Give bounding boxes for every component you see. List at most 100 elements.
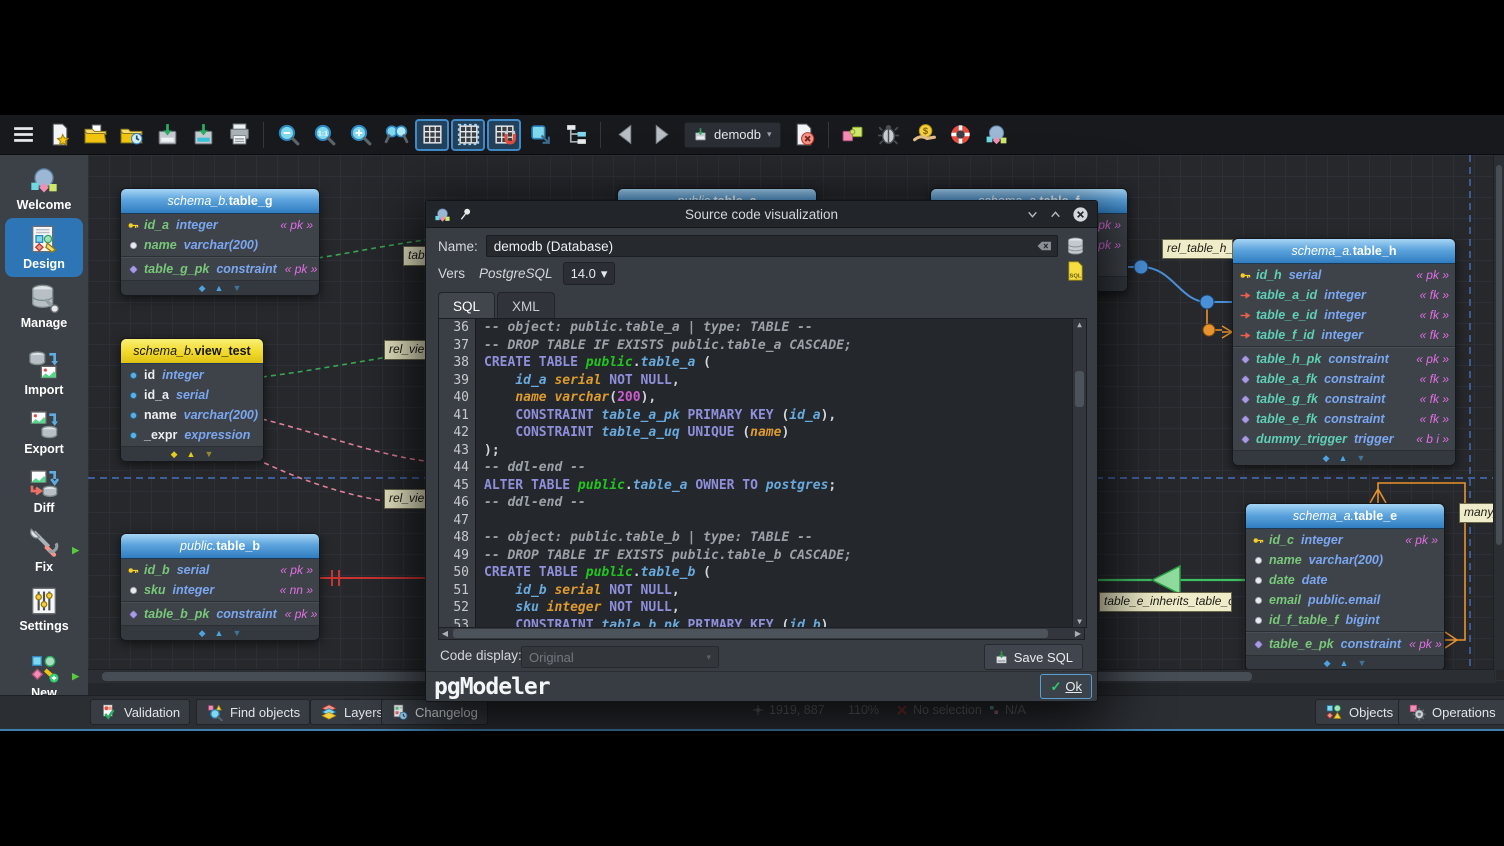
- entity-row[interactable]: _exprexpression: [121, 425, 263, 445]
- support-button[interactable]: [944, 119, 978, 151]
- entity-row[interactable]: table_e_idinteger« fk »: [1233, 305, 1455, 325]
- column-blue-icon: [127, 389, 140, 402]
- relationship-label[interactable]: rel_table_h_: [1162, 239, 1233, 259]
- sidebar-item-export[interactable]: Export: [5, 403, 83, 462]
- clear-input-icon[interactable]: [1037, 240, 1052, 252]
- pin-icon[interactable]: [459, 207, 473, 221]
- maximize-window-icon[interactable]: [1049, 208, 1062, 221]
- version-label: Vers: [438, 266, 465, 281]
- code-line: 40 name varchar(200),: [439, 389, 1086, 407]
- expand-canvas-button[interactable]: [523, 119, 557, 151]
- dialog-titlebar[interactable]: Source code visualization: [426, 201, 1097, 228]
- save-model-button[interactable]: [150, 119, 184, 151]
- entity-row[interactable]: id_aserial: [121, 385, 263, 405]
- entity-row[interactable]: emailpublic.email: [1246, 590, 1444, 610]
- entity-row[interactable]: table_h_pkconstraint« pk »: [1233, 349, 1455, 369]
- show-grid-button[interactable]: [415, 119, 449, 151]
- tab-xml[interactable]: XML: [497, 292, 555, 319]
- print-button[interactable]: [222, 119, 256, 151]
- plugins-button[interactable]: [836, 119, 870, 151]
- recent-models-button[interactable]: [114, 119, 148, 151]
- menu-button[interactable]: [6, 119, 40, 151]
- entity-row[interactable]: table_a_fkconstraint« fk »: [1233, 369, 1455, 389]
- changelog-button[interactable]: Changelog: [381, 699, 488, 725]
- entity-row[interactable]: datedate: [1246, 570, 1444, 590]
- entity-row[interactable]: id_ainteger« pk »: [121, 215, 319, 235]
- entity-row[interactable]: idinteger: [121, 365, 263, 385]
- entity-table_h[interactable]: schema_a.table_hid_hserial« pk »table_a_…: [1232, 238, 1456, 466]
- open-model-button[interactable]: [78, 119, 112, 151]
- entity-row[interactable]: id_hserial« pk »: [1233, 265, 1455, 285]
- close-dialog-icon[interactable]: [1072, 206, 1089, 223]
- bug-report-button[interactable]: [872, 119, 906, 151]
- objects-tree-button[interactable]: [559, 119, 593, 151]
- tab-sql[interactable]: SQL: [438, 292, 495, 319]
- fit-view-button[interactable]: [379, 119, 413, 151]
- zoom-original-button[interactable]: 1:1: [307, 119, 341, 151]
- entity-row[interactable]: id_bserial« pk »: [121, 560, 319, 580]
- page-delimiters-icon: [456, 122, 481, 147]
- code-hscrollbar[interactable]: ◀▶: [438, 627, 1085, 640]
- entity-row[interactable]: table_b_pkconstraint« pk »: [121, 604, 319, 624]
- sidebar-item-design[interactable]: Design: [5, 218, 83, 277]
- relationship-node-orange[interactable]: [1203, 324, 1215, 336]
- new-model-button[interactable]: [42, 119, 76, 151]
- entity-row[interactable]: id_cinteger« pk »: [1246, 530, 1444, 550]
- entity-row[interactable]: table_g_pkconstraint« pk »: [121, 259, 319, 279]
- sidebar-item-manage[interactable]: Manage: [5, 277, 83, 336]
- entity-row[interactable]: table_f_idinteger« fk »: [1233, 325, 1455, 345]
- relationship-node[interactable]: [1134, 260, 1148, 274]
- entity-row[interactable]: table_e_fkconstraint« fk »: [1233, 409, 1455, 429]
- relationship-line-red[interactable]: [318, 570, 425, 586]
- page-delimiters-button[interactable]: [451, 119, 485, 151]
- canvas-vscrollbar[interactable]: [1493, 155, 1504, 670]
- relationship-label[interactable]: table_e_inherits_table_c: [1099, 592, 1232, 612]
- zoom-in-button[interactable]: [343, 119, 377, 151]
- objects-button[interactable]: Objects: [1315, 699, 1403, 725]
- entity-row[interactable]: namevarchar(200): [1246, 550, 1444, 570]
- sidebar-item-fix[interactable]: Fix▶: [5, 521, 83, 580]
- sidebar-item-diff[interactable]: Diff: [5, 462, 83, 521]
- entity-row[interactable]: table_e_pkconstraint« pk »: [1246, 634, 1444, 654]
- sql-code-view[interactable]: 36-- object: public.table_a | type: TABL…: [438, 318, 1087, 628]
- find-objects-button[interactable]: Find objects: [196, 699, 310, 725]
- entity-header[interactable]: schema_a.table_h: [1233, 239, 1455, 264]
- operations-button[interactable]: Operations: [1398, 699, 1504, 725]
- ok-button[interactable]: ✓ Ok: [1040, 674, 1092, 699]
- sidebar-item-welcome[interactable]: Welcome: [5, 159, 83, 218]
- entity-table_g[interactable]: schema_b.table_gid_ainteger« pk »namevar…: [120, 188, 320, 296]
- save-as-model-button[interactable]: [186, 119, 220, 151]
- entity-row[interactable]: table_a_idinteger« fk »: [1233, 285, 1455, 305]
- model-selector[interactable]: demodb▾: [684, 122, 781, 148]
- entity-table_e[interactable]: schema_a.table_eid_cinteger« pk »namevar…: [1245, 503, 1445, 671]
- entity-row[interactable]: skuinteger« nn »: [121, 580, 319, 600]
- relationship-line-pink[interactable]: [262, 419, 425, 461]
- back-button[interactable]: [608, 119, 642, 151]
- entity-row[interactable]: id_f_table_fbigint: [1246, 610, 1444, 630]
- zoom-out-button[interactable]: [271, 119, 305, 151]
- entity-view_test[interactable]: schema_b.view_testidintegerid_aserialnam…: [120, 338, 264, 462]
- relationship-node[interactable]: [1200, 295, 1214, 309]
- version-select[interactable]: 14.0▾: [563, 262, 616, 285]
- entity-table_b[interactable]: public.table_bid_bserial« pk »skuinteger…: [120, 533, 320, 641]
- donate-button[interactable]: $: [908, 119, 942, 151]
- snap-grid-button[interactable]: [487, 119, 521, 151]
- name-input[interactable]: [486, 235, 1058, 257]
- sidebar-item-import[interactable]: Import: [5, 344, 83, 403]
- entity-row[interactable]: namevarchar(200): [121, 235, 319, 255]
- entity-header[interactable]: schema_a.table_e: [1246, 504, 1444, 529]
- about-button[interactable]: [980, 119, 1014, 151]
- validation-button[interactable]: Validation: [90, 699, 190, 725]
- save-sql-button[interactable]: Save SQL: [984, 644, 1083, 670]
- entity-header[interactable]: schema_b.view_test: [121, 339, 263, 364]
- entity-row[interactable]: table_g_fkconstraint« fk »: [1233, 389, 1455, 409]
- forward-button[interactable]: [644, 119, 678, 151]
- entity-header[interactable]: public.table_b: [121, 534, 319, 559]
- close-model-button[interactable]: [787, 119, 821, 151]
- code-vscrollbar[interactable]: ▲ ▼: [1072, 319, 1086, 627]
- entity-row[interactable]: namevarchar(200): [121, 405, 263, 425]
- entity-header[interactable]: schema_b.table_g: [121, 189, 319, 214]
- sidebar-item-settings[interactable]: Settings: [5, 580, 83, 639]
- entity-row[interactable]: dummy_triggertrigger« b i »: [1233, 429, 1455, 449]
- shade-window-icon[interactable]: [1026, 208, 1039, 221]
